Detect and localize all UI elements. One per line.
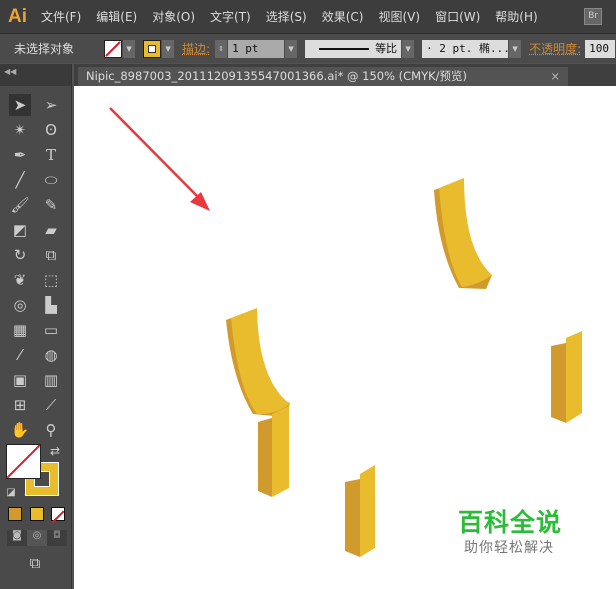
watermark-title: 百科全说 bbox=[458, 508, 563, 537]
curved-blade-top bbox=[434, 178, 492, 289]
watermark-subtitle: 助你轻松解决 bbox=[464, 540, 554, 556]
artwork bbox=[109, 107, 582, 557]
red-arrow bbox=[109, 107, 210, 211]
bar-bottom bbox=[345, 465, 375, 557]
bar-right bbox=[551, 331, 582, 423]
curved-blade-middle bbox=[226, 308, 290, 417]
bar-left bbox=[258, 406, 289, 497]
